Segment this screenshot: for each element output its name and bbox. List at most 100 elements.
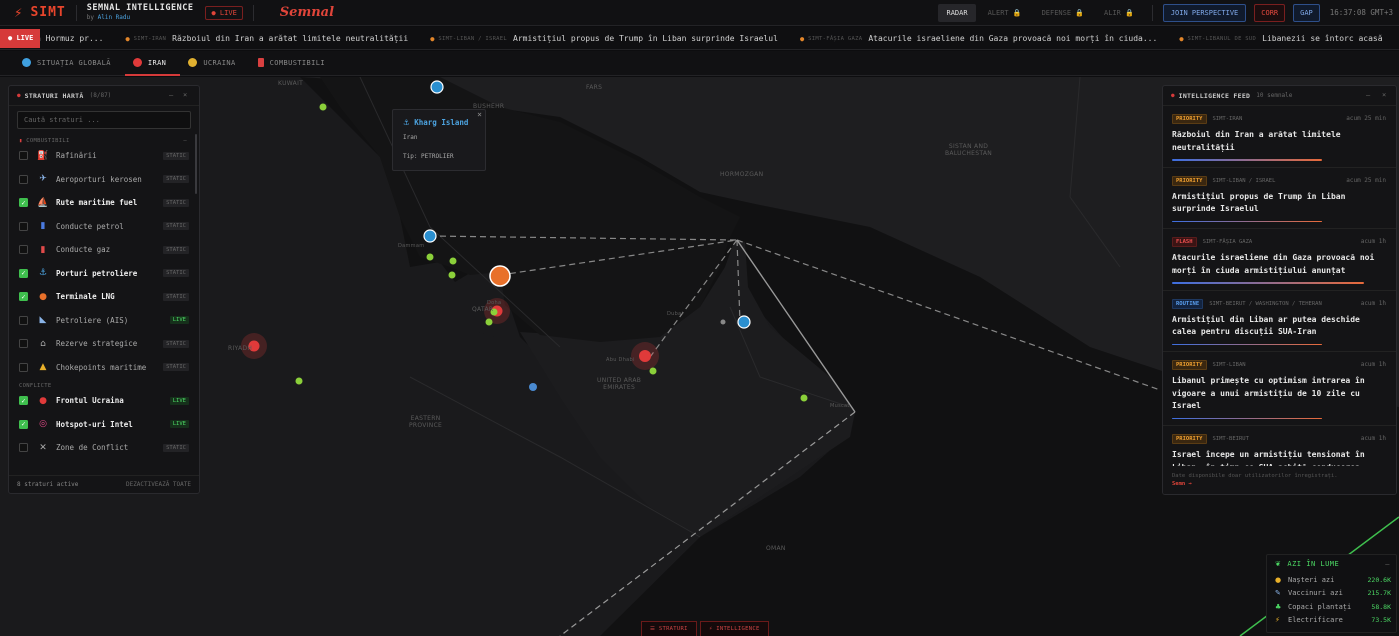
layer-row-conducte-gaz[interactable]: ▮ Conducte gaz STATIC	[9, 238, 199, 262]
layer-checkbox[interactable]	[19, 245, 28, 255]
minimize-icon[interactable]: –	[1385, 560, 1390, 568]
intelligence-feed-panel: ● INTELLIGENCE FEED 10 semnale – × PRIOR…	[1162, 85, 1397, 495]
ticker-item[interactable]: ● SIMT-LIBANUL DE SUD Libanezii se întorc …	[1179, 34, 1382, 43]
facility-marker	[720, 319, 726, 325]
mode-tab-alir[interactable]: ALIR 🔒	[1096, 4, 1142, 22]
layer-checkbox[interactable]: ✓	[19, 396, 28, 406]
ukraine-flag-icon	[188, 58, 198, 67]
layer-checkbox[interactable]	[19, 339, 28, 349]
tab-situatia-globala[interactable]: SITUAȚIA GLOBALĂ	[14, 58, 125, 75]
brand-author: Alin Radu	[97, 13, 131, 21]
layer-checkbox[interactable]	[19, 443, 28, 453]
gap-button[interactable]: GAP	[1293, 3, 1320, 22]
mode-tab-alert[interactable]: ALERT 🔒	[980, 4, 1030, 22]
stat-value: 215.7K	[1367, 589, 1391, 598]
clock: 16:37:08 GMT+3	[1329, 8, 1393, 17]
close-icon[interactable]: ×	[183, 91, 187, 99]
feed-item[interactable]: ROUTINE SIMT-BEIRUT / WASHINGTON / TEHERA…	[1163, 291, 1396, 352]
tab-label: UCRAINA	[203, 58, 236, 67]
scrollbar[interactable]	[195, 134, 197, 194]
tab-ucraina[interactable]: UCRAINA	[180, 58, 249, 75]
feed-item[interactable]: FLASH SIMT-FÂȘIA GAZA acum 1h Atacurile isr…	[1163, 229, 1396, 291]
feed-item-time: acum 1h	[1360, 361, 1386, 368]
layer-checkbox[interactable]	[19, 221, 28, 231]
close-icon[interactable]: ×	[1382, 91, 1386, 99]
disable-all-button[interactable]: DEZACTIVEAZĂ TOATE	[126, 481, 191, 488]
ticker-item-text: a Hormuz pr...	[36, 34, 104, 43]
map-label-kuwait: KUWAIT	[278, 80, 304, 87]
layer-name: Terminale LNG	[56, 292, 115, 302]
minimize-icon[interactable]: –	[1366, 91, 1370, 99]
layer-row-frontul-ucraina[interactable]: ✓ ● Frontul Ucraina LIVE	[9, 389, 199, 413]
ticker-item[interactable]: ● SIMT-IRAN Războiul din Iran a arătat lim…	[125, 34, 408, 43]
feed-item[interactable]: PRIORITY SIMT-IRAN acum 25 min Războiul din…	[1163, 106, 1396, 168]
dot-icon: ●	[430, 34, 435, 43]
layer-checkbox[interactable]: ✓	[19, 268, 28, 278]
layer-checkbox[interactable]: ✓	[19, 198, 28, 208]
layers-search-input[interactable]: Caută straturi ...	[17, 111, 191, 129]
layer-row-terminale-lng[interactable]: ✓ ● Terminale LNG STATIC	[9, 285, 199, 309]
feed-item-accent-bar	[1172, 282, 1364, 284]
logo[interactable]: SIMT	[30, 5, 65, 20]
feed-item[interactable]: PRIORITY SIMT-LIBAN / ISRAEL acum 25 min Ar…	[1163, 168, 1396, 229]
dot-icon: ●	[39, 291, 47, 302]
feed-item-headline: Atacurile israeliene din Gaza provoacă n…	[1172, 253, 1375, 275]
layer-checkbox[interactable]	[19, 151, 28, 161]
layer-row-rezerve-strategice[interactable]: ⌂ Rezerve strategice STATIC	[9, 332, 199, 356]
layer-row-rute-maritime-fuel[interactable]: ✓ ⛵ Rute maritime fuel STATIC	[9, 191, 199, 215]
layer-checkbox[interactable]	[19, 362, 28, 372]
layer-badge: STATIC	[163, 269, 189, 278]
layer-row-porturi-petroliere[interactable]: ✓ ⚓ Porturi petroliere STATIC	[9, 262, 199, 286]
layer-row-conducte-petrol[interactable]: ▮ Conducte petrol STATIC	[9, 215, 199, 239]
close-icon[interactable]: ×	[477, 110, 482, 119]
feed-item[interactable]: PRIORITY SIMT-LIBAN acum 1h Libanul primeșt…	[1163, 352, 1396, 426]
bottom-tab-layers[interactable]: ☰ STRATURI	[641, 621, 697, 636]
layer-row-rafinarii[interactable]: ⛽ Rafinării STATIC	[9, 144, 199, 168]
layer-checkbox[interactable]: ✓	[19, 292, 28, 302]
mode-tab-radar[interactable]: RADAR	[938, 3, 976, 22]
layer-checkbox[interactable]	[19, 315, 28, 325]
layer-row-zone-de-conflict[interactable]: ✕ Zone de Conflict STATIC	[9, 436, 199, 460]
intel-footer: Date disponibile doar utilizatorilor înr…	[1163, 466, 1396, 494]
layer-row-petroliere-ais[interactable]: ◣ Petroliere (AIS) LIVE	[9, 309, 199, 333]
feed-item-time: acum 25 min	[1346, 176, 1386, 184]
layer-checkbox[interactable]: ✓	[19, 419, 28, 429]
feed-item-tag: SIMT-IRAN	[1212, 116, 1243, 122]
popup-title-row: ⚓ Kharg Island	[403, 118, 468, 127]
minimize-icon[interactable]: –	[169, 91, 173, 99]
brand-name: SEMNAL INTELLIGENCE	[86, 2, 194, 13]
tab-iran[interactable]: IRAN	[124, 58, 181, 76]
layer-row-aeroporturi-kerosen[interactable]: ✈ Aeroporturi kerosen STATIC	[9, 168, 199, 192]
layer-name: Rezerve strategice	[56, 339, 138, 349]
bottom-tab-intelligence[interactable]: ⚡ INTELLIGENCE	[700, 621, 769, 636]
intel-signup-link[interactable]: Semn →	[1172, 481, 1192, 487]
layer-row-chokepoints-maritime[interactable]: ▲ Chokepoints maritime STATIC	[9, 356, 199, 380]
active-layers-count: 8 straturi active	[17, 481, 79, 488]
layer-name: Zone de Conflict	[56, 443, 129, 453]
layer-row-hotspot-uri-intel[interactable]: ✓ ◎ Hotspot-uri Intel LIVE	[9, 413, 199, 437]
map-label-fars: FARS	[586, 84, 603, 91]
feed-item-time: acum 1h	[1360, 238, 1386, 245]
target-icon: ◎	[39, 419, 47, 430]
corr-button[interactable]: CORR	[1254, 3, 1286, 22]
layer-name: Porturi petroliere	[56, 268, 138, 278]
feed-item-headline: Libanul primește cu optimism intrarea în…	[1172, 376, 1365, 410]
divider	[252, 4, 254, 21]
layer-checkbox[interactable]	[19, 174, 28, 184]
layer-badge: STATIC	[163, 151, 189, 160]
lock-icon: 🔒	[1075, 8, 1085, 17]
semnal-logo[interactable]: Semnal	[280, 5, 334, 20]
tab-combustibili[interactable]: COMBUSTIBILI	[250, 58, 339, 75]
feed-item-time: acum 25 min	[1346, 115, 1386, 122]
feed-item-headline: Războiul din Iran a arătat limitele neut…	[1172, 130, 1341, 152]
ticker-item[interactable]: a Hormuz pr...	[36, 34, 103, 43]
ticker-item[interactable]: ● SIMT-LIBAN / ISRAEL Armistițiul propus d…	[430, 34, 778, 43]
facility-marker	[295, 377, 303, 385]
layer-badge: STATIC	[163, 339, 189, 348]
join-perspective-button[interactable]: JOIN PERSPECTIVE	[1162, 3, 1247, 22]
layer-name: Rafinării	[56, 151, 97, 161]
ticker-item[interactable]: ● SIMT-FÂȘIA GAZA Atacurile israeliene din…	[800, 34, 1157, 43]
layer-badge: STATIC	[163, 245, 189, 254]
mode-tab-defense[interactable]: DEFENSE 🔒	[1034, 4, 1092, 22]
ticker-item-tag: SIMT-LIBANUL DE SUD	[1187, 35, 1257, 42]
